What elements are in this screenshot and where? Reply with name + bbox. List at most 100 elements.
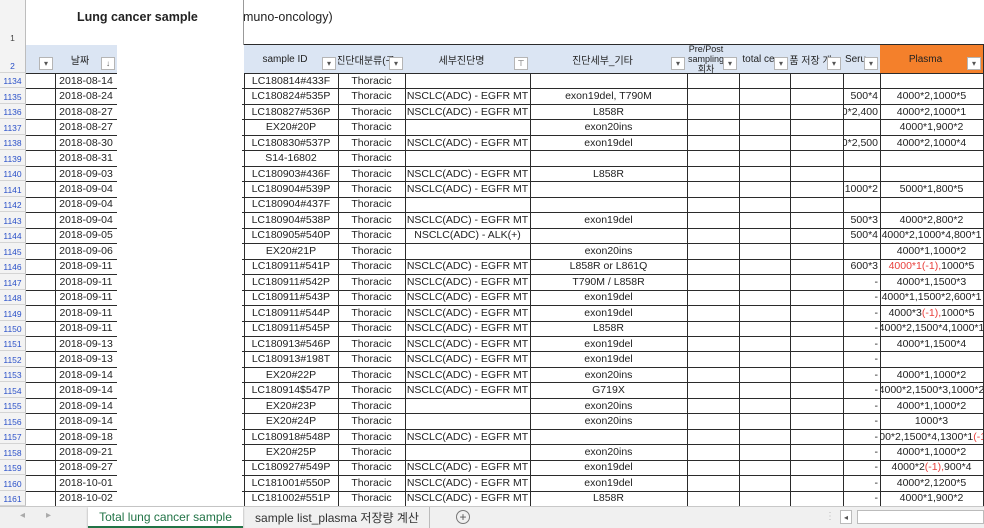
cell-empty[interactable] (790, 119, 844, 136)
row-header[interactable]: 1138 (0, 134, 26, 151)
cell-diag[interactable]: NSCLC(ADC) - EGFR MT (405, 165, 531, 183)
add-sheet-icon[interactable]: + (456, 510, 470, 524)
cell-empty[interactable] (739, 119, 791, 136)
cell-empty[interactable] (739, 243, 791, 260)
row-header[interactable]: 1157 (0, 428, 26, 445)
cell-serum[interactable]: - (843, 459, 881, 477)
cell-detail[interactable]: exon20ins (530, 119, 688, 136)
filter-dropdown-icon[interactable]: ▾ (723, 57, 737, 70)
cell-date[interactable]: 2018-09-11 (55, 289, 118, 307)
cell-id[interactable]: LC180824#535P (244, 88, 339, 105)
row-header[interactable]: 1152 (0, 351, 26, 367)
row-header-1[interactable]: 1 (0, 0, 26, 45)
header-pre-post[interactable]: Pre/Post sampling 회차 ▾ (687, 44, 740, 74)
cell-empty[interactable] (26, 382, 56, 399)
cell-empty[interactable] (26, 103, 56, 121)
cell-date[interactable]: 2018-09-13 (55, 335, 118, 353)
cell-cat[interactable]: Thoracic (338, 382, 406, 399)
cell-empty[interactable] (790, 335, 844, 353)
cell-empty[interactable] (739, 382, 791, 399)
row-header[interactable]: 1155 (0, 397, 26, 414)
row-header[interactable]: 1161 (0, 490, 26, 507)
cell-date[interactable]: 2018-09-11 (55, 305, 118, 322)
cell-detail[interactable]: exon19del (530, 305, 688, 322)
cell-id[interactable]: LC180911#545P (244, 320, 339, 337)
cell-empty[interactable] (739, 444, 791, 461)
cell-plasma[interactable] (880, 150, 984, 167)
cell-empty[interactable] (739, 289, 791, 307)
cell-empty[interactable] (790, 366, 844, 384)
cell-diag[interactable]: NSCLC(ADC) - EGFR MT (405, 181, 531, 198)
cell-date[interactable]: 2018-09-04 (55, 181, 118, 198)
cell-plasma[interactable]: 4000*2,1000*1 (880, 103, 984, 121)
cell-empty[interactable] (26, 274, 56, 291)
cell-empty[interactable] (739, 459, 791, 477)
cell-date[interactable]: 2018-09-14 (55, 382, 118, 399)
cell-empty[interactable] (790, 305, 844, 322)
cell-detail[interactable]: exon19del (530, 289, 688, 307)
cell-empty[interactable] (790, 320, 844, 337)
cell-id[interactable]: EX20#22P (244, 366, 339, 384)
row-header[interactable]: 1156 (0, 413, 26, 429)
row-header[interactable]: 1134 (0, 73, 26, 89)
cell-empty[interactable] (790, 289, 844, 307)
row-header[interactable]: 1142 (0, 196, 26, 213)
cell-empty[interactable] (687, 103, 740, 121)
cell-id[interactable]: LC180904#538P (244, 212, 339, 229)
cell-date[interactable]: 2018-08-27 (55, 119, 118, 136)
header-diagnosis[interactable]: 세부진단명 ⊤ (405, 44, 531, 74)
cell-empty[interactable] (687, 305, 740, 322)
cell-cat[interactable]: Thoracic (338, 490, 406, 508)
cell-date[interactable]: 2018-09-04 (55, 212, 118, 229)
sort-ascending-icon[interactable]: ↓ (101, 57, 115, 70)
row-header-2[interactable]: 2 (0, 44, 26, 73)
cell-id[interactable]: LC180911#542P (244, 274, 339, 291)
cell-serum[interactable]: 600*3 (843, 258, 881, 276)
scroll-left-button[interactable]: ◂ (840, 510, 852, 524)
cell-id[interactable]: LC180903#436F (244, 165, 339, 183)
cell-detail[interactable] (530, 428, 688, 446)
cell-empty[interactable] (687, 382, 740, 399)
cell-date[interactable]: 2018-09-18 (55, 428, 118, 446)
cell-cat[interactable]: Thoracic (338, 119, 406, 136)
cell-empty[interactable] (26, 351, 56, 368)
cell-empty[interactable] (26, 88, 56, 105)
cell-empty[interactable] (739, 428, 791, 446)
cell-empty[interactable] (739, 258, 791, 276)
row-header[interactable]: 1159 (0, 459, 26, 476)
cell-id[interactable]: EX20#24P (244, 413, 339, 430)
cell-empty[interactable] (739, 165, 791, 183)
cell-empty[interactable] (739, 212, 791, 229)
cell-empty[interactable] (739, 475, 791, 492)
cell-id[interactable]: LC180918#548P (244, 428, 339, 446)
cell-id[interactable]: LC180904#539P (244, 181, 339, 198)
cell-empty[interactable] (790, 181, 844, 198)
row-header[interactable]: 1139 (0, 150, 26, 166)
cell-plasma[interactable]: 4000*2 (-1), 900*4 (880, 459, 984, 477)
cell-plasma[interactable] (880, 351, 984, 368)
cell-diag[interactable] (405, 413, 531, 430)
row-header[interactable]: 1151 (0, 335, 26, 352)
cell-detail[interactable]: exon20ins (530, 243, 688, 260)
cell-plasma[interactable]: 4000*1,1500*2,600*1 (880, 289, 984, 307)
cell-date[interactable]: 2018-08-24 (55, 88, 118, 105)
row-header[interactable]: 1146 (0, 258, 26, 275)
cell-plasma[interactable]: 4000*1,1500*4 (880, 335, 984, 353)
cell-cat[interactable]: Thoracic (338, 258, 406, 276)
cell-empty[interactable] (739, 366, 791, 384)
tab-prev-icon[interactable]: ◂ (20, 510, 25, 521)
row-header[interactable]: 1158 (0, 444, 26, 460)
row-header[interactable]: 1148 (0, 289, 26, 306)
cell-id[interactable]: LC181002#551P (244, 490, 339, 508)
filter-dropdown-icon[interactable]: ▾ (864, 57, 878, 70)
cell-empty[interactable] (687, 258, 740, 276)
cell-diag[interactable]: NSCLC(ADC) - ALK(+) (405, 227, 531, 245)
cell-cat[interactable]: Thoracic (338, 243, 406, 260)
cell-serum[interactable]: 500*2,400 (843, 103, 881, 121)
cell-empty[interactable] (687, 397, 740, 415)
filter-dropdown-icon[interactable]: ▾ (671, 57, 685, 70)
row-header[interactable]: 1136 (0, 103, 26, 120)
cell-plasma[interactable]: 4000*1,1500*3 (880, 274, 984, 291)
cell-cat[interactable]: Thoracic (338, 335, 406, 353)
cell-plasma[interactable]: 4000*1(-1), 1000*5 (880, 258, 984, 276)
